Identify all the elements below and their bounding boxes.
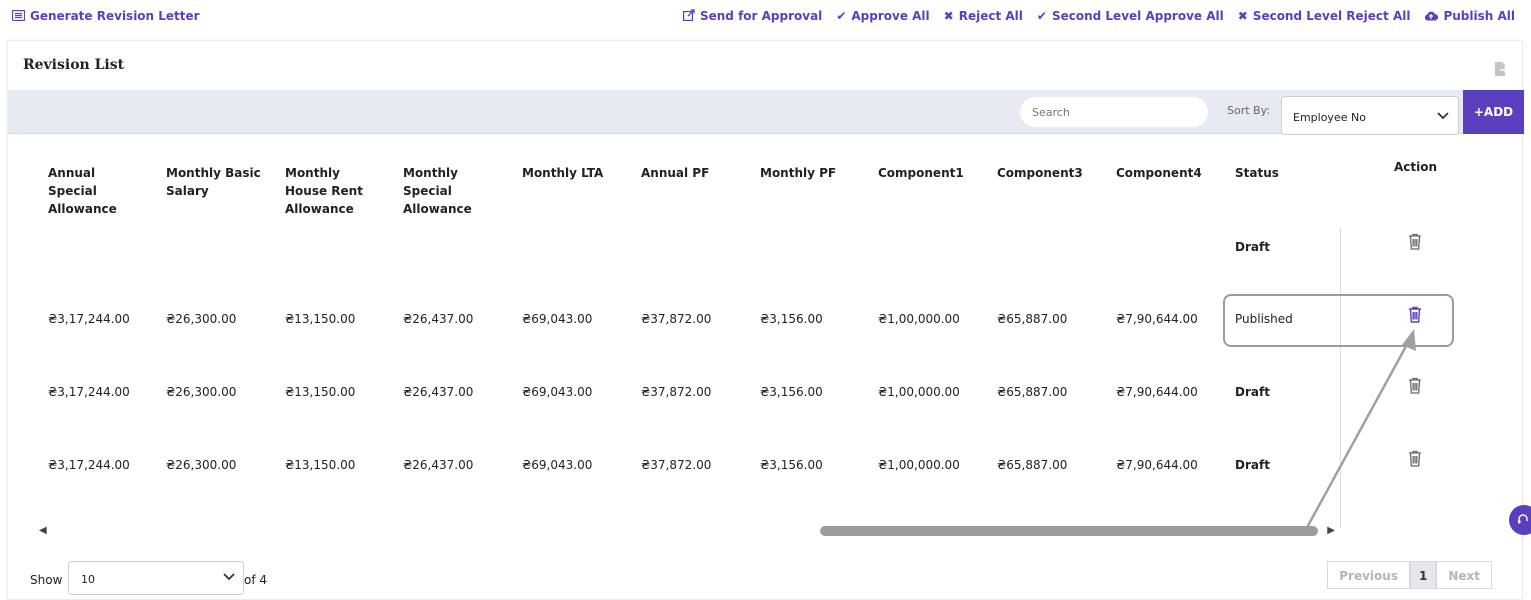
second-level-reject-all-label: Second Level Reject All	[1252, 9, 1411, 23]
cell-monthly-lta: ₴69,043.00	[522, 458, 593, 472]
generate-revision-letter-link[interactable]: Generate Revision Letter	[11, 9, 200, 23]
check-icon: ✔	[1036, 9, 1047, 23]
cell-monthly-lta: ₴69,043.00	[522, 312, 593, 326]
cell-component1: ₴1,00,000.00	[878, 458, 960, 472]
total-count-label: of 4	[244, 573, 268, 587]
cell-monthly-special-allowance: ₴26,437.00	[403, 458, 474, 472]
generate-revision-letter-label: Generate Revision Letter	[30, 9, 200, 23]
cell-monthly-hra: ₴13,150.00	[285, 458, 356, 472]
cell-monthly-special-allowance: ₴26,437.00	[403, 312, 474, 326]
status-cell: Draft	[1235, 458, 1270, 472]
cell-annual-pf: ₴37,872.00	[641, 312, 712, 326]
page-size-select[interactable]: 10	[68, 561, 244, 595]
sort-by-label: Sort By:	[1227, 104, 1271, 117]
page-size-value: 10	[81, 573, 95, 586]
cell-annual-special-allowance: ₴3,17,244.00	[48, 458, 130, 472]
cell-monthly-pf: ₴3,156.00	[760, 312, 823, 326]
cell-monthly-pf: ₴3,156.00	[760, 458, 823, 472]
send-for-approval-label: Send for Approval	[699, 9, 823, 23]
next-page-button[interactable]: Next	[1436, 561, 1492, 589]
scrollbar-thumb[interactable]	[820, 526, 1318, 536]
cell-annual-pf: ₴37,872.00	[641, 385, 712, 399]
search-input[interactable]	[1020, 97, 1208, 127]
show-label: Show	[30, 573, 63, 587]
chevron-down-icon	[223, 570, 235, 585]
table-row: ₴3,17,244.00 ₴26,300.00 ₴13,150.00 ₴26,4…	[8, 377, 1524, 405]
scroll-right-icon[interactable]: ▶	[1327, 525, 1335, 536]
header-annual-special-allowance[interactable]: Annual Special Allowance	[48, 164, 148, 218]
add-button[interactable]: +ADD	[1463, 90, 1524, 134]
scroll-left-icon[interactable]: ◀	[39, 525, 47, 536]
cell-monthly-hra: ₴13,150.00	[285, 385, 356, 399]
second-level-approve-all-label: Second Level Approve All	[1051, 9, 1224, 23]
cell-monthly-basic-salary: ₴26,300.00	[166, 312, 237, 326]
chevron-down-icon	[1437, 109, 1449, 124]
cell-component1: ₴1,00,000.00	[878, 385, 960, 399]
share-icon	[682, 9, 695, 23]
cell-component3: ₴65,887.00	[997, 312, 1068, 326]
x-icon: ✖	[943, 9, 954, 23]
cloud-upload-icon	[1424, 10, 1439, 23]
approve-all-button[interactable]: ✔ Approve All	[836, 9, 929, 23]
header-annual-pf[interactable]: Annual PF	[641, 164, 741, 182]
cell-component1: ₴1,00,000.00	[878, 312, 960, 326]
table-toolbar: Sort By: Employee No +ADD	[8, 90, 1524, 135]
header-action: Action	[1394, 160, 1438, 174]
reject-all-label: Reject All	[958, 9, 1023, 23]
cell-component4: ₴7,90,644.00	[1116, 458, 1198, 472]
header-status[interactable]: Status	[1235, 164, 1315, 182]
list-icon	[11, 9, 26, 23]
status-cell: Draft	[1235, 240, 1270, 254]
header-component3[interactable]: Component3	[997, 164, 1097, 182]
help-chat-button[interactable]	[1509, 505, 1531, 535]
second-level-reject-all-button[interactable]: ✖ Second Level Reject All	[1238, 9, 1411, 23]
reject-all-button[interactable]: ✖ Reject All	[944, 9, 1023, 23]
check-icon: ✔	[836, 9, 847, 23]
cell-monthly-basic-salary: ₴26,300.00	[166, 458, 237, 472]
cell-monthly-lta: ₴69,043.00	[522, 385, 593, 399]
horizontal-scrollbar[interactable]: ◀ ▶	[39, 524, 1335, 538]
cell-component4: ₴7,90,644.00	[1116, 312, 1198, 326]
cell-component3: ₴65,887.00	[997, 385, 1068, 399]
bulk-actions: Send for Approval ✔ Approve All ✖ Reject…	[682, 9, 1515, 23]
publish-all-label: Publish All	[1443, 9, 1515, 23]
cell-annual-special-allowance: ₴3,17,244.00	[48, 312, 130, 326]
send-for-approval-button[interactable]: Send for Approval	[682, 9, 823, 23]
top-action-bar: Generate Revision Letter Send for Approv…	[0, 0, 1531, 34]
status-cell: Draft	[1235, 385, 1270, 399]
headset-icon	[1517, 513, 1529, 528]
publish-all-button[interactable]: Publish All	[1424, 9, 1515, 23]
annotation-arrow	[1302, 329, 1416, 534]
header-component1[interactable]: Component1	[878, 164, 978, 182]
delete-icon[interactable]	[1408, 233, 1424, 251]
header-monthly-special-allowance[interactable]: Monthly Special Allowance	[403, 164, 493, 218]
table-row: Draft	[8, 233, 1524, 257]
cell-component3: ₴65,887.00	[997, 458, 1068, 472]
pagination: Previous 1 Next	[1327, 561, 1492, 589]
x-icon: ✖	[1237, 9, 1248, 23]
cell-monthly-basic-salary: ₴26,300.00	[166, 385, 237, 399]
header-monthly-basic-salary[interactable]: Monthly Basic Salary	[166, 164, 266, 200]
sort-by-select[interactable]: Employee No	[1281, 96, 1459, 135]
header-monthly-pf[interactable]: Monthly PF	[760, 164, 860, 182]
cell-component4: ₴7,90,644.00	[1116, 385, 1198, 399]
cell-annual-special-allowance: ₴3,17,244.00	[48, 385, 130, 399]
cell-monthly-pf: ₴3,156.00	[760, 385, 823, 399]
sort-by-value: Employee No	[1293, 111, 1366, 124]
table-row: ₴3,17,244.00 ₴26,300.00 ₴13,150.00 ₴26,4…	[8, 450, 1524, 478]
header-monthly-lta[interactable]: Monthly LTA	[522, 164, 622, 182]
cell-monthly-special-allowance: ₴26,437.00	[403, 385, 474, 399]
previous-page-button[interactable]: Previous	[1327, 561, 1410, 589]
second-level-approve-all-button[interactable]: ✔ Second Level Approve All	[1037, 9, 1224, 23]
export-icon[interactable]	[1494, 61, 1509, 77]
header-component4[interactable]: Component4	[1116, 164, 1216, 182]
header-monthly-house-rent-allowance[interactable]: Monthly House Rent Allowance	[285, 164, 377, 218]
revision-list-card: Revision List Sort By: Employee No +ADD …	[7, 40, 1524, 600]
cell-annual-pf: ₴37,872.00	[641, 458, 712, 472]
page-1-button[interactable]: 1	[1409, 561, 1437, 589]
cell-monthly-hra: ₴13,150.00	[285, 312, 356, 326]
approve-all-label: Approve All	[851, 9, 930, 23]
card-title: Revision List	[23, 57, 125, 73]
